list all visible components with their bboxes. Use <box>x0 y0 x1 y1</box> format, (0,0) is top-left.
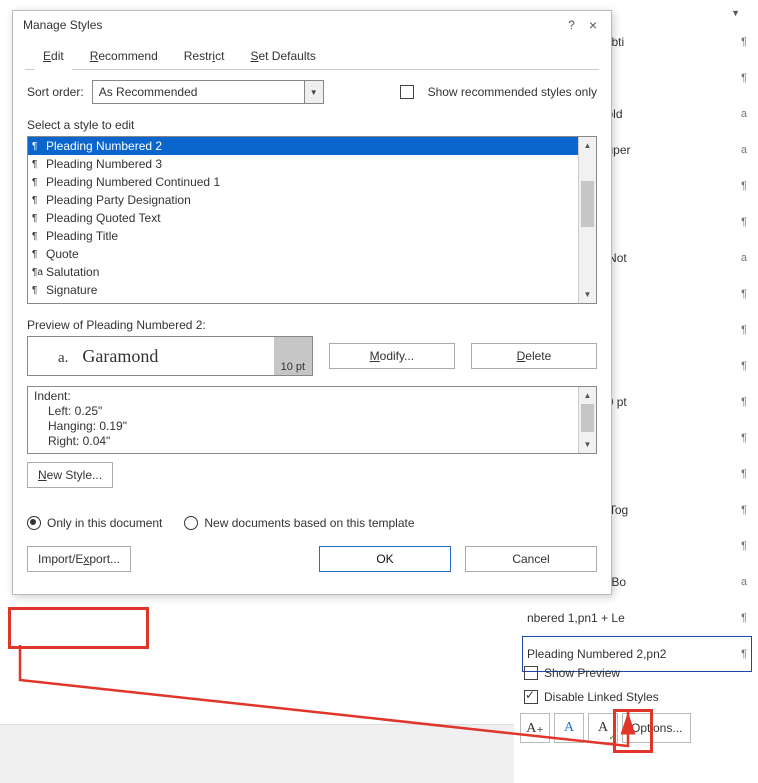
list-item[interactable]: ¶Pleading Numbered Continued 1 <box>28 173 578 191</box>
disable-linked-checkbox[interactable]: Disable Linked Styles <box>520 685 750 709</box>
paragraph-icon: ¶ <box>32 213 46 224</box>
dialog-title: Manage Styles <box>23 18 558 32</box>
new-style-button[interactable]: New Style... <box>27 462 113 488</box>
linked-icon: ¶a <box>32 267 46 278</box>
list-item[interactable]: ¶Pleading Party Designation <box>28 191 578 209</box>
list-item[interactable]: ¶Pleading Quoted Text <box>28 209 578 227</box>
dialog-titlebar: Manage Styles ? × <box>13 11 611 39</box>
only-this-document-radio[interactable]: Only in this document <box>27 516 162 530</box>
paragraph-icon: ¶ <box>32 141 46 152</box>
styles-pane-footer: Show Preview Disable Linked Styles A₊ A … <box>520 661 750 743</box>
import-export-button[interactable]: Import/Export... <box>27 546 131 572</box>
radio-icon <box>184 516 198 530</box>
scrollbar[interactable]: ▲ ▼ <box>578 387 596 453</box>
radio-icon <box>27 516 41 530</box>
new-style-button[interactable]: A₊ <box>520 713 550 743</box>
paragraph-icon: ¶ <box>32 303 46 304</box>
char-icon: a <box>741 252 747 264</box>
checkbox-icon <box>524 690 538 704</box>
preview-label: Preview of Pleading Numbered 2: <box>27 318 597 332</box>
show-recommended-checkbox[interactable] <box>400 85 414 99</box>
scroll-up-icon[interactable]: ▲ <box>579 137 596 154</box>
show-preview-checkbox[interactable]: Show Preview <box>520 661 750 685</box>
dialog-tabs: Edit Recommend Restrict Set Defaults <box>13 39 611 69</box>
scroll-down-icon[interactable]: ▼ <box>579 436 596 453</box>
ok-button[interactable]: OK <box>319 546 451 572</box>
chevron-down-icon: ▼ <box>310 88 318 97</box>
paragraph-icon: ¶ <box>741 72 747 84</box>
show-recommended-label: Show recommended styles only <box>428 85 597 99</box>
paragraph-icon: ¶ <box>741 540 747 552</box>
manage-styles-dialog: Manage Styles ? × Edit Recommend Restric… <box>12 10 612 595</box>
tab-set-defaults[interactable]: Set Defaults <box>248 45 317 69</box>
scroll-up-icon[interactable]: ▲ <box>579 387 596 404</box>
pane-menu-arrow[interactable]: ▼ <box>731 8 740 18</box>
paragraph-icon: ¶ <box>741 216 747 228</box>
style-listbox[interactable]: ¶Pleading Numbered 2 ¶Pleading Numbered … <box>27 136 597 304</box>
sort-order-label: Sort order: <box>27 85 84 99</box>
a-magnify-icon: A <box>564 720 574 736</box>
close-button[interactable]: × <box>585 17 601 33</box>
scrollbar-thumb[interactable] <box>581 181 594 227</box>
list-item[interactable]: ¶Pleading Title <box>28 227 578 245</box>
select-style-label: Select a style to edit <box>27 118 597 132</box>
paragraph-icon: ¶ <box>32 177 46 188</box>
paragraph-icon: ¶ <box>741 504 747 516</box>
paragraph-icon: ¶ <box>741 36 747 48</box>
paragraph-icon: ¶ <box>741 324 747 336</box>
char-icon: a <box>741 144 747 156</box>
delete-button[interactable]: Delete <box>471 343 597 369</box>
font-size-badge: 10 pt <box>274 337 312 375</box>
list-item[interactable]: ¶Pleading Numbered 3 <box>28 155 578 173</box>
scrollbar[interactable]: ▲ ▼ <box>578 137 596 303</box>
paragraph-icon: ¶ <box>741 648 747 660</box>
options-button[interactable]: Options... <box>622 713 691 743</box>
paragraph-icon: ¶ <box>741 468 747 480</box>
style-item[interactable]: nbered 1,pn1 + Le¶ <box>522 600 752 636</box>
preview-a: a. <box>58 350 68 366</box>
list-item[interactable]: ¶Quote <box>28 245 578 263</box>
paragraph-icon: ¶ <box>32 159 46 170</box>
cancel-button[interactable]: Cancel <box>465 546 597 572</box>
tab-recommend[interactable]: Recommend <box>88 45 160 69</box>
a-plus-icon: A₊ <box>526 720 544 737</box>
paragraph-icon: ¶ <box>741 288 747 300</box>
paragraph-icon: ¶ <box>32 231 46 242</box>
style-description: Indent: Left: 0.25" Hanging: 0.19" Right… <box>27 386 597 454</box>
paragraph-icon: ¶ <box>741 396 747 408</box>
help-button[interactable]: ? <box>558 18 585 32</box>
list-item[interactable]: ¶Signature Block Pleading <box>28 299 578 303</box>
scroll-down-icon[interactable]: ▼ <box>579 286 596 303</box>
paragraph-icon: ¶ <box>741 432 747 444</box>
checkbox-icon <box>524 666 538 680</box>
paragraph-icon: ¶ <box>741 360 747 372</box>
new-documents-radio[interactable]: New documents based on this template <box>184 516 414 530</box>
style-inspector-button[interactable]: A <box>554 713 584 743</box>
char-icon: a <box>741 576 747 588</box>
style-preview: a. Garamond 10 pt <box>27 336 313 376</box>
paragraph-icon: ¶ <box>32 195 46 206</box>
list-item[interactable]: ¶aSalutation <box>28 263 578 281</box>
list-item[interactable]: ¶Signature <box>28 281 578 299</box>
paragraph-icon: ¶ <box>741 180 747 192</box>
list-item[interactable]: ¶Pleading Numbered 2 <box>28 137 578 155</box>
paragraph-icon: ¶ <box>32 285 46 296</box>
paragraph-icon: ¶ <box>741 612 747 624</box>
scrollbar-thumb[interactable] <box>581 404 594 432</box>
paragraph-icon: ¶ <box>32 249 46 260</box>
document-bottom-strip <box>0 724 514 783</box>
modify-button[interactable]: Modify... <box>329 343 455 369</box>
manage-styles-button[interactable]: A <box>588 713 618 743</box>
tab-edit[interactable]: Edit <box>41 45 66 69</box>
preview-font: Garamond <box>82 346 158 366</box>
tab-restrict[interactable]: Restrict <box>182 45 227 69</box>
char-icon: a <box>741 108 747 120</box>
a-check-icon: A <box>598 720 608 736</box>
sort-order-select[interactable]: As Recommended ▼ <box>92 80 324 104</box>
